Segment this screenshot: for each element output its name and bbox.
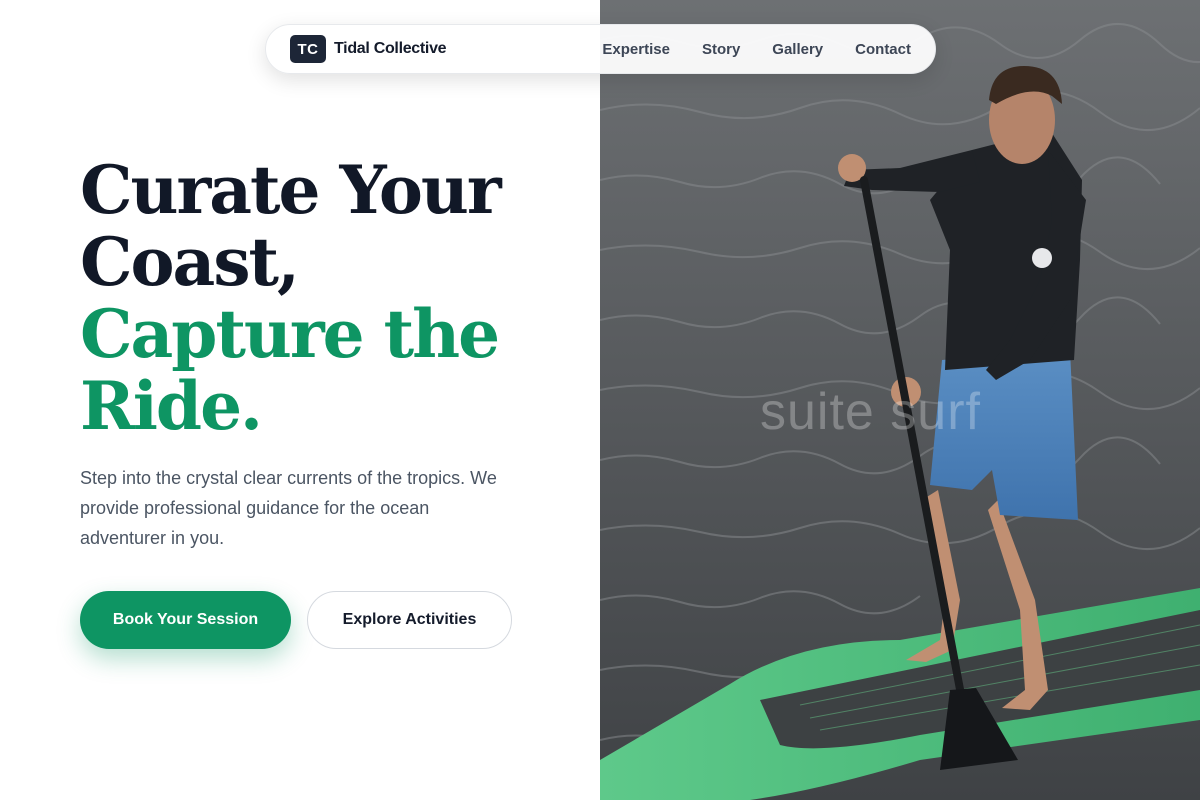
hero-headline: Curate Your Coast, Capture the Ride.: [80, 154, 580, 442]
hero-lead: Step into the crystal clear currents of …: [80, 468, 497, 548]
brand-mark: TC: [290, 35, 326, 63]
photo-watermark: suite surf: [760, 383, 981, 441]
headline-line-2: Coast,: [80, 223, 300, 301]
nav-link-contact[interactable]: Contact: [855, 41, 911, 58]
brand-name: Tidal Collective: [334, 40, 447, 57]
nav-link-story[interactable]: Story: [702, 41, 740, 58]
headline-line-1: Curate Your: [80, 151, 502, 229]
hero-photo: suite surf: [600, 0, 1200, 800]
book-session-button[interactable]: Book Your Session: [80, 591, 291, 649]
brand-logo[interactable]: TC Tidal Collective: [290, 35, 447, 63]
headline-accent-line-1: Capture the: [80, 295, 500, 373]
explore-activities-button[interactable]: Explore Activities: [307, 591, 512, 649]
nav-link-expertise[interactable]: Expertise: [602, 41, 670, 58]
top-nav: TC Tidal Collective Expertise Story Gall…: [265, 24, 936, 74]
headline-accent-line-2: Ride.: [80, 367, 263, 445]
nav-link-gallery[interactable]: Gallery: [772, 41, 823, 58]
nav-links: Expertise Story Gallery Contact: [602, 41, 911, 58]
